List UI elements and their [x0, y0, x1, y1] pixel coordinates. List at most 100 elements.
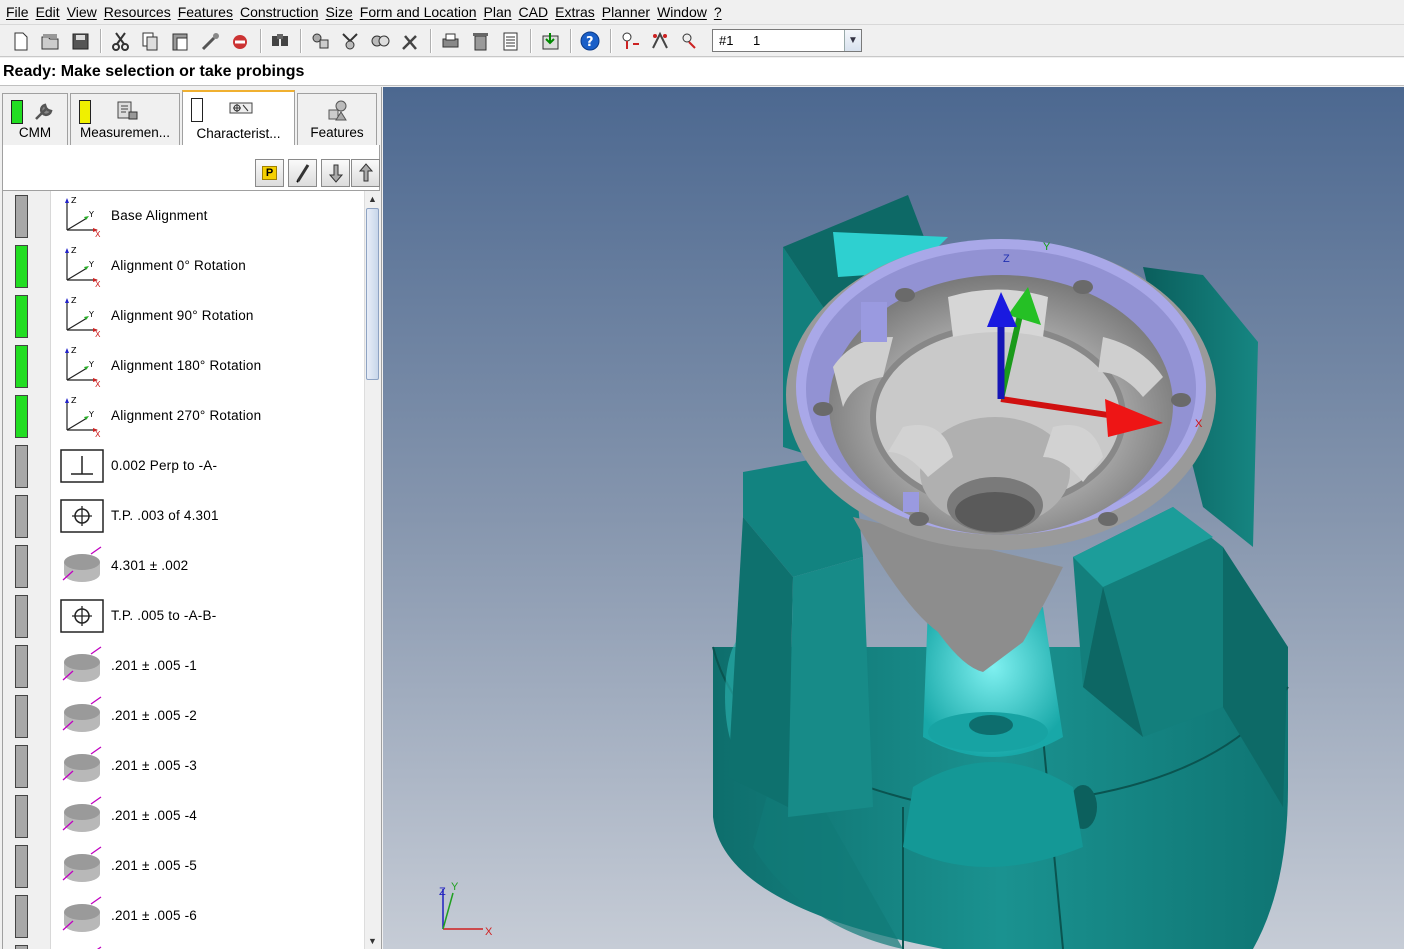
- report-button[interactable]: [496, 27, 524, 55]
- svg-text:Y: Y: [88, 410, 94, 419]
- construct-button[interactable]: [366, 27, 394, 55]
- axis-icon: [652, 31, 668, 48]
- menu-form-and-location[interactable]: Form and Location: [358, 0, 482, 25]
- menu-window[interactable]: Window: [655, 0, 712, 25]
- status-indicator: [15, 495, 28, 538]
- cylinder-icon: [62, 696, 102, 732]
- list-scrollbar[interactable]: ▲ ▼: [364, 191, 380, 949]
- status-indicator: [15, 795, 28, 838]
- svg-text:X: X: [95, 430, 101, 438]
- menu-view[interactable]: View: [65, 0, 102, 25]
- menu-help[interactable]: ?: [712, 0, 727, 25]
- measure-icon: [342, 32, 358, 49]
- machine-select-value: 1: [753, 33, 761, 48]
- list-item[interactable]: Z Y X Alignment 0° Rotation: [3, 241, 364, 291]
- move-up-button[interactable]: [351, 159, 380, 187]
- axis-button[interactable]: [646, 27, 674, 55]
- tools-icon: [402, 34, 417, 50]
- list-item[interactable]: 4.301 ± .002: [3, 541, 364, 591]
- list-item[interactable]: .201 ± .005 -3: [3, 741, 364, 791]
- characteristic-label: Alignment 90° Rotation: [111, 308, 254, 323]
- svg-text:Z: Z: [71, 296, 77, 305]
- p-badge: P: [261, 166, 278, 180]
- characteristic-label: T.P. .005 to -A-B-: [111, 608, 217, 623]
- undo-icon: [233, 34, 247, 49]
- tab-cmm[interactable]: CMM: [2, 93, 68, 145]
- list-item[interactable]: 0.002 Perp to -A-: [3, 441, 364, 491]
- scroll-down-arrow-icon[interactable]: ▼: [365, 933, 380, 949]
- menu-extras[interactable]: Extras: [553, 0, 600, 25]
- tools-button[interactable]: [396, 27, 424, 55]
- machine-select-prefix: #1: [719, 33, 734, 48]
- export-button[interactable]: [536, 27, 564, 55]
- list-item[interactable]: .201 ± .005 -6: [3, 891, 364, 941]
- plan-filter-button[interactable]: P: [255, 159, 284, 187]
- list-item[interactable]: .201 ± .005 -5: [3, 841, 364, 891]
- stylus-button[interactable]: [616, 27, 644, 55]
- pencil-icon: [295, 164, 309, 183]
- help-button[interactable]: ?: [576, 27, 604, 55]
- delete-icon: [473, 32, 488, 50]
- characteristic-label: .201 ± .005 -6: [111, 908, 198, 923]
- move-down-button[interactable]: [321, 159, 350, 187]
- construct-icon: [371, 35, 390, 46]
- features-icon: [328, 100, 347, 121]
- triad-y-label: Y: [451, 881, 459, 893]
- list-item[interactable]: Z Y X Base Alignment: [3, 191, 364, 241]
- copy-button[interactable]: [136, 27, 164, 55]
- tab-features[interactable]: Features: [297, 93, 377, 145]
- menu-size[interactable]: Size: [324, 0, 358, 25]
- delete-button[interactable]: [466, 27, 494, 55]
- find-button[interactable]: [266, 27, 294, 55]
- list-item[interactable]: T.P. .005 to -A-B-: [3, 591, 364, 641]
- svg-text:Z: Z: [71, 246, 77, 255]
- chevron-down-icon[interactable]: ▼: [844, 30, 861, 51]
- edit-button[interactable]: [288, 159, 317, 187]
- cut-icon: [112, 31, 129, 51]
- probe-path-button[interactable]: [676, 27, 704, 55]
- probe-icon: [201, 32, 219, 50]
- menu-edit[interactable]: Edit: [34, 0, 65, 25]
- menu-bar: File Edit View Resources Features Constructio…: [0, 0, 1404, 25]
- print-button[interactable]: [436, 27, 464, 55]
- menu-resources[interactable]: Resources: [102, 0, 176, 25]
- cut-button[interactable]: [106, 27, 134, 55]
- menu-plan[interactable]: Plan: [482, 0, 517, 25]
- save-button[interactable]: [66, 27, 94, 55]
- paste-button[interactable]: [166, 27, 194, 55]
- cylinder-icon: [97, 946, 102, 949]
- tab-characteristics[interactable]: Characterist...: [182, 90, 295, 146]
- tab-measurements[interactable]: Measuremen...: [70, 93, 180, 145]
- undo-button[interactable]: [226, 27, 254, 55]
- cad-viewport[interactable]: Z Y X Z Y X: [383, 87, 1404, 949]
- probe-button[interactable]: [196, 27, 224, 55]
- menu-cad[interactable]: CAD: [517, 0, 554, 25]
- toolbar-separator: [300, 28, 302, 53]
- list-item[interactable]: [3, 941, 364, 949]
- characteristic-label: Alignment 0° Rotation: [111, 258, 246, 273]
- list-item[interactable]: .201 ± .005 -4: [3, 791, 364, 841]
- menu-planner[interactable]: Planner: [600, 0, 655, 25]
- scroll-up-arrow-icon[interactable]: ▲: [365, 191, 380, 207]
- list-item[interactable]: Z Y X Alignment 180° Rotation: [3, 341, 364, 391]
- characteristic-label: .201 ± .005 -2: [111, 708, 198, 723]
- measure-button[interactable]: [336, 27, 364, 55]
- new-button[interactable]: [6, 27, 34, 55]
- list-item[interactable]: .201 ± .005 -2: [3, 691, 364, 741]
- list-item[interactable]: .201 ± .005 -1: [3, 641, 364, 691]
- tab-cmm-label: CMM: [18, 125, 52, 140]
- scroll-thumb[interactable]: [366, 208, 379, 380]
- menu-file[interactable]: File: [4, 0, 34, 25]
- list-item[interactable]: Z Y X Alignment 270° Rotation: [3, 391, 364, 441]
- toolbar-separator: [100, 28, 102, 53]
- status-indicator: [15, 295, 28, 338]
- machine-select[interactable]: #1 1 ▼: [712, 29, 862, 52]
- menu-construction[interactable]: Construction: [238, 0, 324, 25]
- perpendicularity-icon: [60, 449, 104, 483]
- menu-features[interactable]: Features: [176, 0, 238, 25]
- open-button[interactable]: [36, 27, 64, 55]
- cad-model-view[interactable]: Z Y X Z Y X: [383, 87, 1404, 949]
- list-item[interactable]: T.P. .003 of 4.301: [3, 491, 364, 541]
- feature-button[interactable]: [306, 27, 334, 55]
- list-item[interactable]: Z Y X Alignment 90° Rotation: [3, 291, 364, 341]
